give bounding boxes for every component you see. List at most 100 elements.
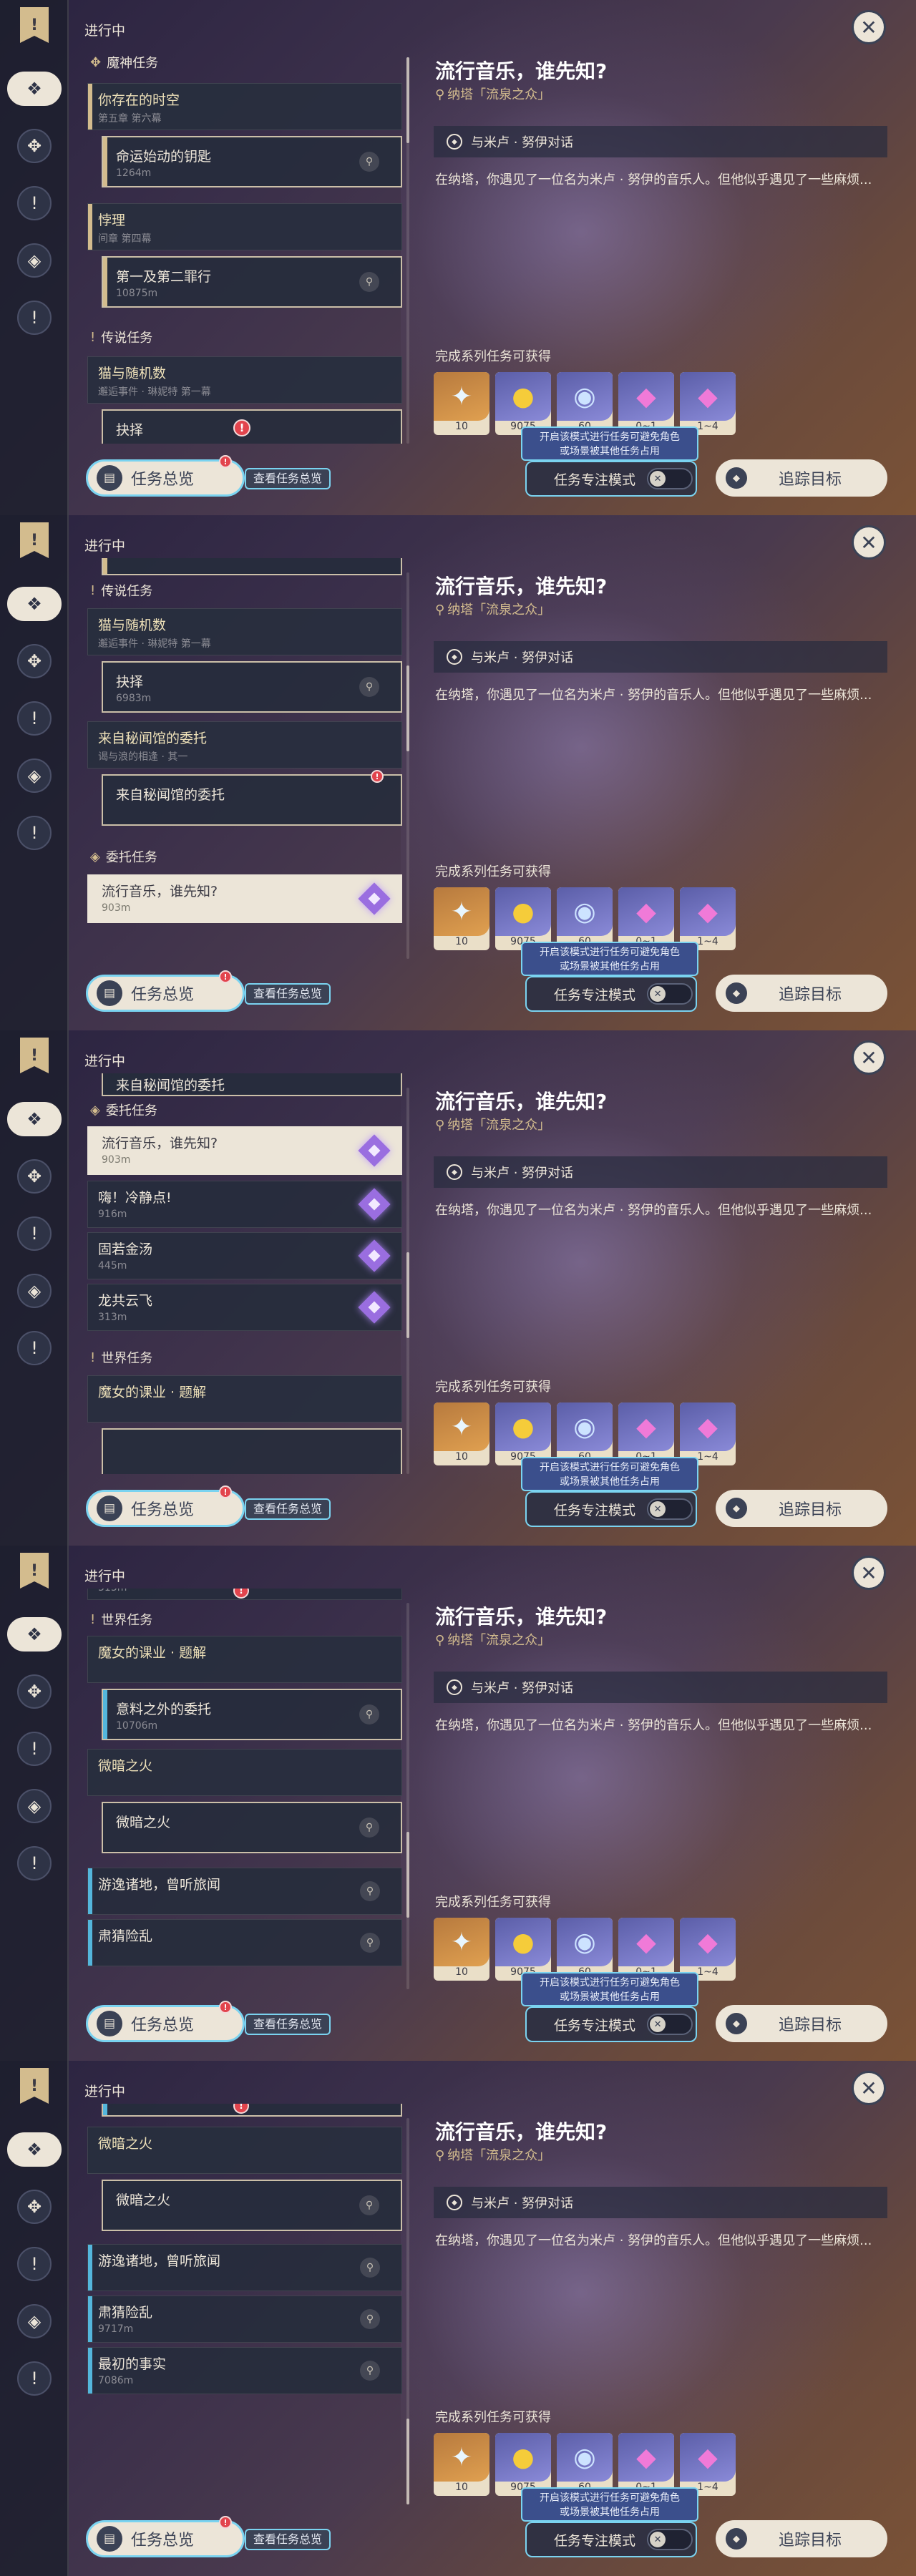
nav-all-quests-icon[interactable]: ❖ bbox=[7, 2132, 62, 2167]
quest-list[interactable]: ✥ 魔神任务 你存在的时空 第五章 第六幕 命运始动的钥匙 1264m ⚲ 悖理 间章 第… bbox=[80, 43, 402, 444]
location-pin-icon[interactable]: ⚲ bbox=[360, 1933, 380, 1953]
scrollbar-thumb[interactable] bbox=[406, 1252, 409, 1338]
toggle-switch[interactable]: ✕ bbox=[647, 1498, 693, 1520]
reward-item[interactable]: ◆ 1~4 bbox=[680, 1402, 736, 1465]
quest-list[interactable]: 10875m ! 传说任务 猫与随机数邂逅事件 · 琳妮特 第一幕 抉择 6983m… bbox=[80, 558, 402, 959]
nav-story-icon[interactable]: ! bbox=[17, 1216, 52, 1251]
quest-item[interactable]: 你存在的时空 第五章 第六幕 bbox=[87, 83, 402, 130]
reward-item[interactable]: ◉60 bbox=[557, 887, 613, 950]
scrollbar-thumb[interactable] bbox=[406, 1832, 409, 1918]
view-overview-tag[interactable]: 查看任务总览 bbox=[245, 1498, 331, 1520]
location-pin-icon[interactable]: ⚲ bbox=[359, 677, 379, 697]
scrollbar-thumb[interactable] bbox=[406, 665, 409, 751]
location-pin-icon[interactable]: ⚲ bbox=[359, 1818, 379, 1838]
reward-item[interactable]: ◉60 bbox=[557, 1918, 613, 1981]
quest-list[interactable]: 10706m ! 微暗之火 微暗之火⚲ 游逸诸地，曾听旅闻⚲ 肃猜险乱9717m… bbox=[80, 2104, 402, 2504]
quest-item[interactable]: 猫与随机数 邂逅事件 · 琳妮特 第一幕 bbox=[87, 608, 402, 655]
view-overview-tag[interactable]: 查看任务总览 bbox=[245, 983, 331, 1005]
focus-mode-toggle-button[interactable]: 任务专注模式 ✕ bbox=[525, 2006, 697, 2042]
location-pin-icon[interactable]: ⚲ bbox=[360, 2258, 380, 2278]
quest-item[interactable]: 魔女的课业 · 题解 bbox=[87, 1636, 402, 1683]
focus-mode-toggle-button[interactable]: 任务专注模式 ✕ bbox=[525, 461, 697, 497]
track-target-button[interactable]: ◆ 追踪目标 bbox=[716, 1490, 887, 1527]
reward-item[interactable]: ◆ 1~4 bbox=[680, 887, 736, 950]
reward-item[interactable]: ◆0~1 bbox=[618, 1402, 674, 1465]
quest-item[interactable]: 猫与随机数 邂逅事件 · 琳妮特 第一幕 bbox=[87, 356, 402, 404]
quest-item-selected[interactable]: 流行音乐，谁先知? 903m bbox=[87, 1126, 402, 1175]
quest-item[interactable]: 游逸诸地，曾听旅闻 ⚲ bbox=[87, 1868, 402, 1915]
location-pin-icon[interactable]: ⚲ bbox=[360, 2309, 380, 2329]
quest-item[interactable]: 嗨！冷静点! 916m bbox=[87, 1181, 402, 1228]
nav-all-quests-icon[interactable]: ❖ bbox=[7, 1617, 62, 1652]
close-icon[interactable]: ✕ bbox=[852, 1040, 886, 1075]
location-pin-icon[interactable]: ⚲ bbox=[360, 1881, 380, 1901]
reward-item[interactable]: ◆0~1 bbox=[618, 887, 674, 950]
close-icon[interactable]: ✕ bbox=[852, 10, 886, 44]
quest-list[interactable]: 313m ! !世界任务 魔女的课业 · 题解 意料之外的委托10706m⚲ 微… bbox=[80, 1589, 402, 1989]
nav-commission-icon[interactable]: ◈ bbox=[17, 1789, 52, 1823]
quest-step[interactable]: 微暗之火 ⚲ bbox=[102, 1802, 402, 1853]
close-icon[interactable]: ✕ bbox=[852, 525, 886, 560]
quest-item-selected[interactable]: 流行音乐，谁先知? 903m bbox=[87, 874, 402, 923]
quest-item[interactable]: 龙共云飞 313m bbox=[87, 1284, 402, 1331]
reward-item[interactable]: ✦ 10 bbox=[434, 2433, 489, 2496]
scrollbar-thumb[interactable] bbox=[406, 57, 409, 143]
reward-item[interactable]: ✦ 10 bbox=[434, 887, 489, 950]
quest-item[interactable]: 魔女的课业 · 题解 bbox=[87, 1375, 402, 1423]
quest-step[interactable]: 第一及第二罪行 10875m ⚲ bbox=[102, 256, 402, 308]
nav-story-icon[interactable]: ! bbox=[17, 701, 52, 736]
view-overview-tag[interactable]: 查看任务总览 bbox=[245, 468, 331, 489]
nav-world-icon[interactable]: ! bbox=[17, 1331, 52, 1365]
nav-archon-icon[interactable]: ✥ bbox=[17, 2190, 52, 2224]
focus-mode-toggle-button[interactable]: 任务专注模式 ✕ bbox=[525, 2522, 697, 2557]
scrollbar[interactable] bbox=[406, 1603, 409, 1989]
nav-commission-icon[interactable]: ◈ bbox=[17, 243, 52, 278]
reward-item[interactable]: ✦ 10 bbox=[434, 1402, 489, 1465]
nav-all-quests-icon[interactable]: ❖ bbox=[7, 587, 62, 621]
reward-item[interactable]: ✦ 10 bbox=[434, 1918, 489, 1981]
quest-item[interactable]: 肃猜险乱 9717m ⚲ bbox=[87, 2296, 402, 2343]
scrollbar[interactable] bbox=[406, 1088, 409, 1474]
nav-world-icon[interactable]: ! bbox=[17, 816, 52, 850]
reward-item[interactable]: ✦ 10 bbox=[434, 372, 489, 435]
location-pin-icon[interactable]: ⚲ bbox=[359, 152, 379, 172]
track-target-button[interactable]: ◆ 追踪目标 bbox=[716, 2520, 887, 2557]
close-icon[interactable]: ✕ bbox=[852, 2071, 886, 2105]
track-target-button[interactable]: ◆ 追踪目标 bbox=[716, 975, 887, 1012]
scrollbar[interactable] bbox=[406, 572, 409, 959]
quest-step[interactable]: 来自秘闻馆的委托 bbox=[102, 1073, 402, 1096]
location-pin-icon[interactable]: ⚲ bbox=[360, 2361, 380, 2381]
reward-item[interactable]: ◆0~1 bbox=[618, 1918, 674, 1981]
reward-item[interactable]: ◆0~1 bbox=[618, 372, 674, 435]
reward-item[interactable]: ●9075 bbox=[495, 1402, 551, 1465]
quest-step[interactable] bbox=[102, 1428, 402, 1474]
nav-story-icon[interactable]: ! bbox=[17, 1732, 52, 1766]
quest-step[interactable]: 10706m bbox=[102, 2104, 402, 2117]
nav-commission-icon[interactable]: ◈ bbox=[17, 2304, 52, 2338]
nav-archon-icon[interactable]: ✥ bbox=[17, 1674, 52, 1709]
nav-world-icon[interactable]: ! bbox=[17, 1846, 52, 1880]
nav-commission-icon[interactable]: ◈ bbox=[17, 1274, 52, 1308]
quest-step[interactable]: 抉择 6983m ⚲ bbox=[102, 661, 402, 713]
scrollbar-thumb[interactable] bbox=[406, 2419, 409, 2504]
nav-world-icon[interactable]: ! bbox=[17, 2361, 52, 2396]
quest-step[interactable]: 命运始动的钥匙 1264m ⚲ bbox=[102, 136, 402, 187]
location-pin-icon[interactable]: ⚲ bbox=[359, 272, 379, 292]
close-icon[interactable]: ✕ bbox=[852, 1556, 886, 1590]
quest-step[interactable]: 来自秘闻馆的委托 bbox=[102, 774, 402, 826]
reward-item[interactable]: ◆ 1~4 bbox=[680, 372, 736, 435]
track-target-button[interactable]: ◆ 追踪目标 bbox=[716, 459, 887, 497]
reward-item[interactable]: ◆ 1~4 bbox=[680, 2433, 736, 2496]
quest-step[interactable]: 微暗之火 ⚲ bbox=[102, 2180, 402, 2231]
quest-item[interactable]: 游逸诸地，曾听旅闻 ⚲ bbox=[87, 2244, 402, 2291]
reward-item[interactable]: ●9075 bbox=[495, 372, 551, 435]
nav-archon-icon[interactable]: ✥ bbox=[17, 129, 52, 163]
focus-mode-toggle-button[interactable]: 任务专注模式 ✕ bbox=[525, 976, 697, 1012]
nav-world-icon[interactable]: ! bbox=[17, 301, 52, 335]
nav-story-icon[interactable]: ! bbox=[17, 2247, 52, 2281]
nav-all-quests-icon[interactable]: ❖ bbox=[7, 1102, 62, 1136]
reward-item[interactable]: ●9075 bbox=[495, 2433, 551, 2496]
reward-item[interactable]: ◉60 bbox=[557, 1402, 613, 1465]
toggle-switch[interactable]: ✕ bbox=[647, 468, 693, 489]
reward-item[interactable]: ◉60 bbox=[557, 372, 613, 435]
